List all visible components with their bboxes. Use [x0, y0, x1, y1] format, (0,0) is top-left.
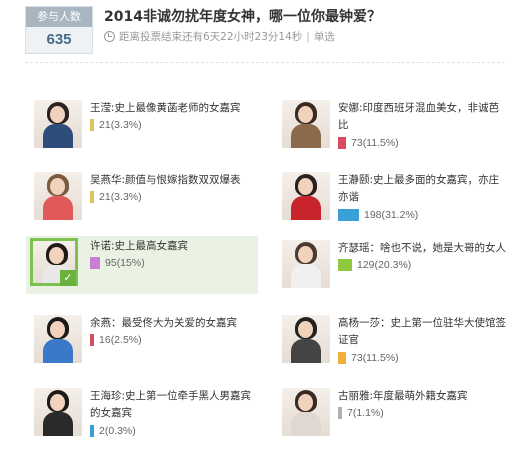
- option-name[interactable]: 高杨一莎：史上第一位驻华大使馆签证官: [338, 315, 508, 349]
- candidate-photo[interactable]: [282, 240, 330, 288]
- option-name[interactable]: 齐瑟瑶：啥也不说，她是大哥的女人: [338, 240, 508, 257]
- candidate-photo[interactable]: [282, 315, 330, 363]
- vote-count: 73: [351, 352, 363, 364]
- vote-bar: [338, 259, 352, 271]
- participants-count: 635: [46, 31, 72, 48]
- participants-label: 参与人数: [26, 7, 92, 27]
- poll-option[interactable]: 高杨一莎：史上第一位驻华大使馆签证官 73 (11.5%): [278, 313, 508, 375]
- vote-result: 21 (3.3%): [90, 118, 142, 132]
- vote-bar: [338, 352, 346, 364]
- vote-result: 73 (11.5%): [338, 351, 399, 365]
- poll-option[interactable]: ✓ 许诺:史上最高女嘉宾 95 (15%): [26, 236, 258, 294]
- poll-option[interactable]: 吴燕华:颜值与恨嫁指数双双爆表 21 (3.3%): [30, 170, 260, 232]
- option-name[interactable]: 王瀞颐:史上最多面的女嘉宾，亦庄亦谐: [338, 172, 508, 206]
- vote-bar: [90, 191, 94, 203]
- candidate-photo[interactable]: [282, 388, 330, 436]
- vote-bar: [90, 334, 94, 346]
- candidate-photo[interactable]: [282, 172, 330, 220]
- poll-option[interactable]: 齐瑟瑶：啥也不说，她是大哥的女人 129 (20.3%): [278, 238, 508, 300]
- poll-option[interactable]: 安娜:印度西班牙混血美女，非诚芭比 73 (11.5%): [278, 98, 508, 160]
- photo-face: [50, 178, 65, 195]
- selected-check-icon: ✓: [60, 270, 76, 286]
- vote-count: 95: [105, 257, 117, 269]
- option-name[interactable]: 王海珍:史上第一位牵手黑人男嘉宾的女嘉宾: [90, 388, 260, 422]
- vote-bar: [338, 137, 346, 149]
- vote-result: 16 (2.5%): [90, 333, 142, 347]
- vote-percent: (11.5%): [362, 352, 399, 364]
- countdown-text: 距离投票结束还有6天22小时23分14秒: [119, 31, 303, 43]
- photo-face: [50, 394, 65, 411]
- poll-option[interactable]: 余燕：最受佟大为关爱的女嘉宾 16 (2.5%): [30, 313, 260, 375]
- vote-result: 7 (1.1%): [338, 406, 384, 420]
- vote-count: 129: [357, 259, 375, 271]
- vote-bar: [90, 425, 94, 437]
- poll-option[interactable]: 王海珍:史上第一位牵手黑人男嘉宾的女嘉宾 2 (0.3%): [30, 386, 260, 448]
- poll-option[interactable]: 古丽雅:年度最萌外籍女嘉宾 7 (1.1%): [278, 386, 508, 448]
- vote-percent: (2.5%): [110, 334, 142, 346]
- candidate-photo[interactable]: [34, 100, 82, 148]
- vote-bar: [338, 209, 359, 221]
- candidate-photo[interactable]: [34, 388, 82, 436]
- photo-body: [43, 339, 73, 363]
- photo-face: [49, 247, 64, 264]
- photo-body: [291, 124, 321, 148]
- photo-body: [43, 412, 73, 436]
- candidate-photo[interactable]: [34, 315, 82, 363]
- vote-percent: (1.1%): [352, 407, 384, 419]
- poll-title: 2014非诚勿扰年度女神，哪一位你最钟爱？: [104, 9, 381, 25]
- vote-count: 16: [99, 334, 111, 346]
- option-name[interactable]: 许诺:史上最高女嘉宾: [90, 238, 260, 255]
- candidate-photo[interactable]: [282, 100, 330, 148]
- vote-result: 95 (15%): [90, 256, 145, 270]
- vote-bar: [90, 119, 94, 131]
- vote-count: 21: [99, 191, 111, 203]
- poll-option[interactable]: 王瀞颐:史上最多面的女嘉宾，亦庄亦谐 198 (31.2%): [278, 170, 508, 232]
- photo-face: [50, 106, 65, 123]
- vote-bar: [90, 257, 100, 269]
- photo-face: [298, 246, 313, 263]
- vote-percent: (31.2%): [381, 209, 419, 221]
- vote-count: 198: [364, 209, 382, 221]
- photo-face: [298, 394, 313, 411]
- poll-meta: 距离投票结束还有6天22小时23分14秒 | 单选: [104, 29, 335, 44]
- header-divider: [25, 62, 505, 63]
- clock-icon: [104, 31, 115, 42]
- option-name[interactable]: 吴燕华:颜值与恨嫁指数双双爆表: [90, 172, 260, 189]
- photo-body: [291, 264, 321, 288]
- candidate-photo[interactable]: [34, 172, 82, 220]
- vote-percent: (0.3%): [104, 425, 136, 437]
- option-name[interactable]: 安娜:印度西班牙混血美女，非诚芭比: [338, 100, 508, 134]
- vote-percent: (3.3%): [110, 191, 142, 203]
- vote-percent: (11.5%): [362, 137, 399, 149]
- photo-body: [291, 412, 321, 436]
- meta-separator: |: [306, 30, 310, 43]
- photo-face: [50, 321, 65, 338]
- vote-result: 73 (11.5%): [338, 136, 399, 150]
- vote-percent: (15%): [116, 257, 145, 269]
- poll-mode: 单选: [313, 31, 335, 43]
- vote-count: 21: [99, 119, 111, 131]
- option-name[interactable]: 王滢:史上最像黄菡老师的女嘉宾: [90, 100, 260, 117]
- photo-face: [298, 106, 313, 123]
- vote-result: 198 (31.2%): [338, 208, 418, 222]
- poll-option[interactable]: 王滢:史上最像黄菡老师的女嘉宾 21 (3.3%): [30, 98, 260, 160]
- vote-result: 2 (0.3%): [90, 424, 136, 438]
- vote-count: 73: [351, 137, 363, 149]
- option-name[interactable]: 古丽雅:年度最萌外籍女嘉宾: [338, 388, 508, 405]
- vote-bar: [338, 407, 342, 419]
- photo-face: [298, 178, 313, 195]
- vote-result: 21 (3.3%): [90, 190, 142, 204]
- photo-body: [43, 196, 73, 220]
- photo-body: [291, 196, 321, 220]
- photo-body: [43, 124, 73, 148]
- participants-box: 参与人数 635: [25, 6, 93, 54]
- photo-face: [298, 321, 313, 338]
- vote-percent: (20.3%): [374, 259, 412, 271]
- option-name[interactable]: 余燕：最受佟大为关爱的女嘉宾: [90, 315, 260, 332]
- vote-percent: (3.3%): [110, 119, 142, 131]
- vote-result: 129 (20.3%): [338, 258, 411, 272]
- poll-header: 参与人数 635 2014非诚勿扰年度女神，哪一位你最钟爱？ 距离投票结束还有6…: [0, 0, 530, 62]
- photo-body: [291, 339, 321, 363]
